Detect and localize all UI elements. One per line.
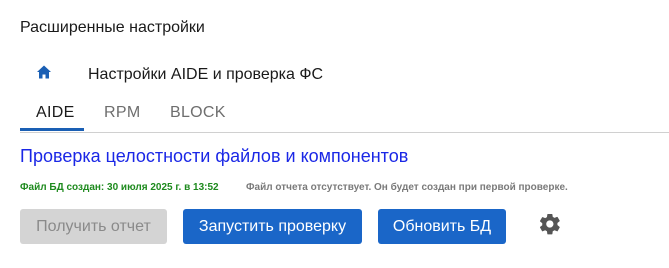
home-icon[interactable]: [36, 64, 52, 80]
update-db-button[interactable]: Обновить БД: [378, 209, 506, 244]
tab-aide[interactable]: AIDE: [36, 104, 75, 122]
tab-bar: AIDE RPM BLOCK: [20, 98, 669, 133]
db-created-status: Файл БД создан: 30 июля 2025 г. в 13:52: [20, 182, 219, 193]
breadcrumb-label: Настройки AIDE и проверка ФС: [88, 66, 324, 83]
section-title-link[interactable]: Проверка целостности файлов и компоненто…: [20, 146, 408, 167]
get-report-button[interactable]: Получить отчет: [20, 209, 167, 244]
report-status: Файл отчета отсутствует. Он будет создан…: [246, 182, 568, 193]
gear-icon[interactable]: [538, 212, 562, 236]
active-tab-indicator: [20, 128, 84, 131]
run-check-button[interactable]: Запустить проверку: [183, 209, 362, 244]
breadcrumb: Настройки AIDE и проверка ФС: [36, 64, 323, 83]
status-line: Файл БД создан: 30 июля 2025 г. в 13:52 …: [20, 182, 568, 193]
tab-block[interactable]: BLOCK: [170, 104, 226, 122]
page-title: Расширенные настройки: [20, 19, 205, 36]
tab-rpm[interactable]: RPM: [104, 104, 140, 122]
